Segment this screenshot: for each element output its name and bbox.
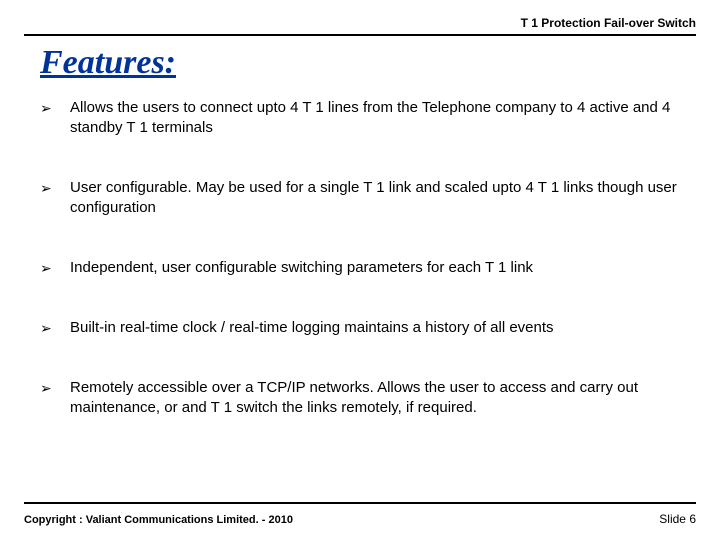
feature-list: ➢ Allows the users to connect upto 4 T 1… xyxy=(40,98,692,458)
page-header: T 1 Protection Fail-over Switch xyxy=(521,16,696,30)
list-item-text: Independent, user configurable switching… xyxy=(70,258,692,278)
list-item: ➢ Independent, user configurable switchi… xyxy=(40,258,692,278)
list-item-text: User configurable. May be used for a sin… xyxy=(70,178,692,218)
list-item: ➢ Allows the users to connect upto 4 T 1… xyxy=(40,98,692,138)
divider-top xyxy=(24,34,696,36)
bullet-icon: ➢ xyxy=(40,378,70,398)
slide-number: Slide 6 xyxy=(659,512,696,526)
list-item: ➢ User configurable. May be used for a s… xyxy=(40,178,692,218)
list-item: ➢ Remotely accessible over a TCP/IP netw… xyxy=(40,378,692,418)
list-item: ➢ Built-in real-time clock / real-time l… xyxy=(40,318,692,338)
copyright-text: Copyright : Valiant Communications Limit… xyxy=(24,514,293,526)
bullet-icon: ➢ xyxy=(40,258,70,278)
list-item-text: Built-in real-time clock / real-time log… xyxy=(70,318,692,338)
bullet-icon: ➢ xyxy=(40,98,70,118)
divider-bottom xyxy=(24,502,696,504)
footer: Copyright : Valiant Communications Limit… xyxy=(24,512,696,526)
bullet-icon: ➢ xyxy=(40,178,70,198)
bullet-icon: ➢ xyxy=(40,318,70,338)
list-item-text: Allows the users to connect upto 4 T 1 l… xyxy=(70,98,692,138)
slide-title: Features: xyxy=(40,44,176,82)
list-item-text: Remotely accessible over a TCP/IP networ… xyxy=(70,378,692,418)
